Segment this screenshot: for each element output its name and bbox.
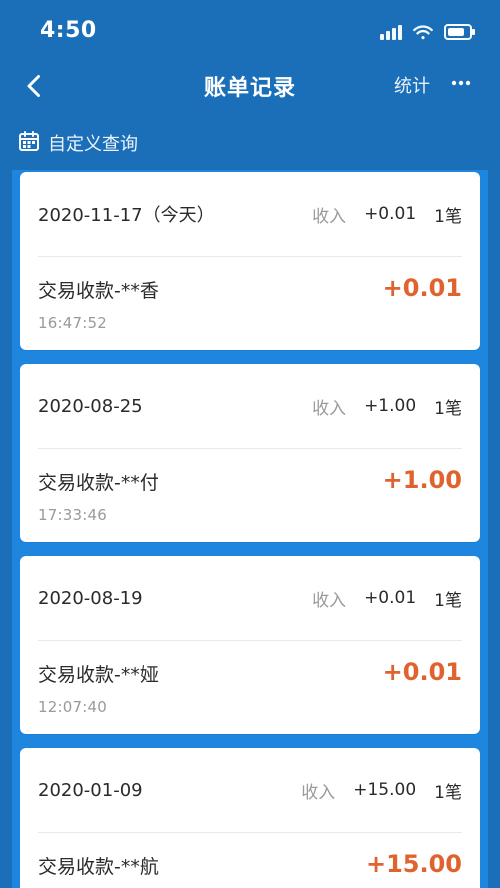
transaction-title: 交易收款-**付 [38,472,159,494]
count-label: 1笔 [434,206,462,227]
record-date: 2020-01-09 [38,779,143,801]
record-date: 2020-08-19 [38,587,143,609]
count-label: 1笔 [434,782,462,803]
custom-query-label: 自定义查询 [48,134,138,155]
stats-button[interactable]: 统计 [394,72,430,98]
record-header: 2020-01-09 收入 +15.00 1笔 [38,776,462,804]
transaction-time: 17:33:46 [38,506,107,524]
battery-icon [444,23,476,41]
custom-query-button[interactable]: 自定义查询 [18,130,138,156]
nav-bar: 账单记录 统计 [0,60,500,112]
record-card[interactable]: 2020-11-17（今天） 收入 +0.01 1笔 交易收款-**香 16:4… [20,172,480,350]
status-bar: 4:50 [0,0,500,60]
transaction-title: 交易收款-**娅 [38,664,159,686]
record-date: 2020-11-17（今天） [38,205,215,226]
status-icons [380,22,476,42]
transaction-amount: +15.00 [365,850,462,878]
income-label: 收入 [312,206,347,227]
transaction-row[interactable]: 交易收款-**香 16:47:52 +0.01 [38,274,462,340]
record-summary: 收入 +0.01 1笔 [312,586,462,611]
divider [38,832,462,833]
transaction-row[interactable]: 交易收款-**付 17:33:46 +1.00 [38,466,462,532]
more-dots-icon[interactable] [448,70,474,96]
record-header: 2020-11-17（今天） 收入 +0.01 1笔 [38,200,462,228]
transaction-title: 交易收款-**香 [38,280,159,302]
record-card[interactable]: 2020-08-19 收入 +0.01 1笔 交易收款-**娅 12:07:40… [20,556,480,734]
transaction-row[interactable]: 交易收款-**航 +15.00 [38,850,462,888]
income-amount: +15.00 [353,780,417,800]
income-label: 收入 [301,782,336,803]
signal-icon [380,24,402,40]
record-summary: 收入 +1.00 1笔 [312,394,462,419]
divider [38,448,462,449]
count-label: 1笔 [434,590,462,611]
income-amount: +0.01 [364,588,417,608]
divider [38,256,462,257]
record-date: 2020-08-25 [38,395,143,417]
wifi-icon [412,23,434,41]
transaction-time: 12:07:40 [38,698,107,716]
top-bar: 4:50 账单记录 统计 自定义查询 [0,0,500,155]
record-summary: 收入 +0.01 1笔 [312,202,462,227]
record-card[interactable]: 2020-08-25 收入 +1.00 1笔 交易收款-**付 17:33:46… [20,364,480,542]
income-amount: +1.00 [364,396,417,416]
transaction-amount: +0.01 [382,274,462,302]
income-label: 收入 [312,398,347,419]
transaction-amount: +0.01 [382,658,462,686]
divider [38,640,462,641]
transaction-time: 16:47:52 [38,314,107,332]
status-time: 4:50 [40,18,97,43]
income-amount: +0.01 [364,204,417,224]
record-header: 2020-08-19 收入 +0.01 1笔 [38,584,462,612]
record-header: 2020-08-25 收入 +1.00 1笔 [38,392,462,420]
transaction-row[interactable]: 交易收款-**娅 12:07:40 +0.01 [38,658,462,724]
calendar-icon [18,130,40,157]
count-label: 1笔 [434,398,462,419]
record-card[interactable]: 2020-01-09 收入 +15.00 1笔 交易收款-**航 +15.00 [20,748,480,888]
transaction-title: 交易收款-**航 [38,856,159,878]
transaction-amount: +1.00 [382,466,462,494]
record-summary: 收入 +15.00 1笔 [301,778,462,803]
income-label: 收入 [312,590,347,611]
